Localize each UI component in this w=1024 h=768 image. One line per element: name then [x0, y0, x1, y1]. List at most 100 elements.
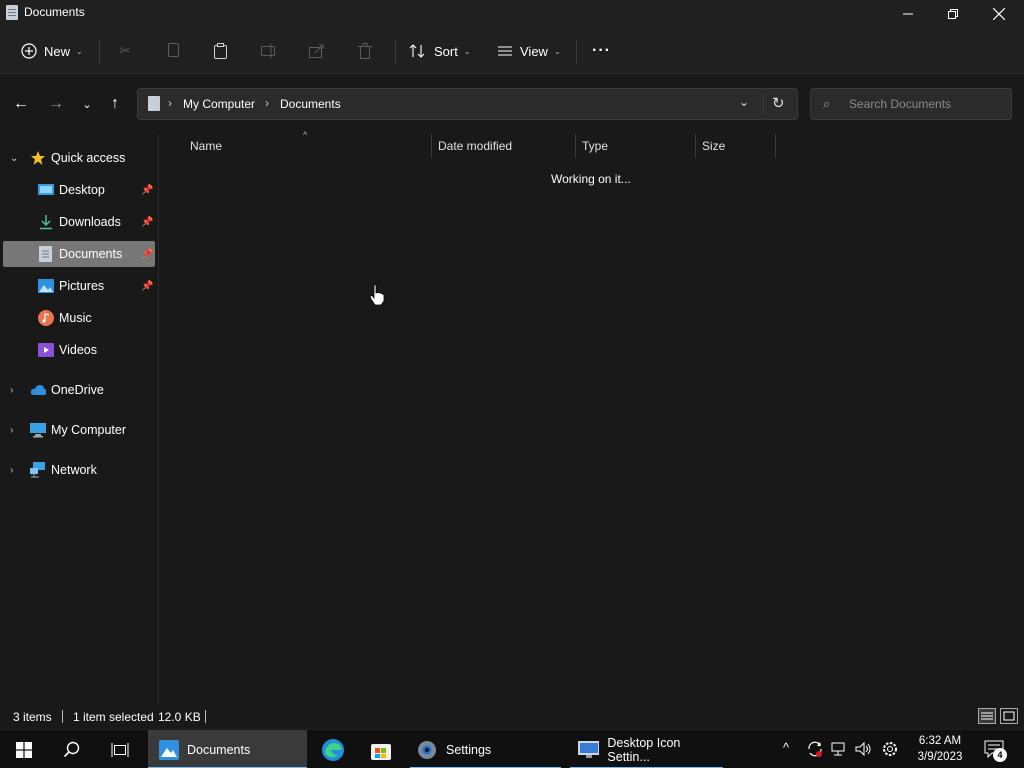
- column-header-label: Type: [582, 139, 609, 153]
- selection-count: 1 item selected: [73, 710, 154, 724]
- sort-button[interactable]: Sort ⌄: [408, 37, 471, 65]
- network-status-icon[interactable]: [830, 740, 848, 761]
- command-bar: New ⌄ ✂ Sort ⌄ View ⌄ ···: [0, 28, 1024, 74]
- rename-button[interactable]: [260, 37, 278, 65]
- paste-button[interactable]: [212, 37, 230, 65]
- column-header-size[interactable]: Size: [702, 134, 774, 158]
- large-icons-view-icon: [1003, 711, 1015, 721]
- sidebar-item-videos[interactable]: Videos: [3, 337, 155, 363]
- cut-button[interactable]: ✂: [116, 37, 134, 65]
- desktop-folder-icon: [38, 182, 54, 198]
- sidebar-item-pictures[interactable]: Pictures 📌: [3, 273, 155, 299]
- sidebar-item-label: Quick access: [51, 151, 126, 165]
- chevron-down-icon: ⌄: [82, 98, 92, 111]
- chevron-down-icon: ⌄: [463, 46, 471, 56]
- sidebar-item-label: Downloads: [59, 215, 121, 229]
- column-header-type[interactable]: Type: [582, 134, 694, 158]
- search-box[interactable]: ⌕: [810, 88, 1012, 120]
- taskbar-app-store[interactable]: [358, 730, 404, 768]
- details-view-button[interactable]: [978, 708, 996, 724]
- desktop-icon-settings-icon: [578, 740, 600, 758]
- pin-icon[interactable]: 📌: [141, 281, 153, 292]
- start-button[interactable]: [0, 730, 48, 768]
- chevron-right-icon[interactable]: ›: [10, 425, 13, 436]
- column-separator[interactable]: [575, 134, 576, 158]
- taskbar-app-desktop-icon-settings[interactable]: Desktop Icon Settin...: [570, 730, 723, 768]
- pictures-icon: [38, 278, 54, 294]
- address-history-dropdown-icon[interactable]: ⌄: [739, 95, 749, 109]
- sidebar-item-downloads[interactable]: Downloads 📌: [3, 209, 155, 235]
- sidebar-item-label: My Computer: [51, 423, 127, 437]
- up-button[interactable]: ↑: [103, 92, 127, 116]
- share-icon: [308, 42, 326, 60]
- sidebar-item-quick-access[interactable]: ⌄ Quick access: [3, 145, 155, 171]
- view-button[interactable]: View ⌄: [496, 37, 561, 65]
- sidebar-item-documents[interactable]: Documents 📌: [3, 241, 155, 267]
- share-button[interactable]: [308, 37, 326, 65]
- address-bar[interactable]: › My Computer › Documents ⌄ ↻: [137, 88, 798, 120]
- back-button[interactable]: ←: [9, 92, 33, 116]
- column-header-date-modified[interactable]: Date modified: [438, 134, 576, 158]
- sidebar-item-my-computer[interactable]: › My Computer: [3, 417, 155, 443]
- taskbar-app-settings[interactable]: Settings: [410, 730, 561, 768]
- task-view-button[interactable]: [96, 730, 144, 768]
- status-divider: [62, 710, 63, 723]
- settings-tray-icon[interactable]: [881, 740, 899, 761]
- sidebar-item-label: Music: [59, 311, 92, 325]
- ellipsis-icon: ···: [592, 42, 611, 59]
- taskbar-app-edge[interactable]: [310, 730, 356, 768]
- search-taskbar-button[interactable]: [48, 730, 96, 768]
- chevron-right-icon[interactable]: ›: [10, 385, 13, 396]
- computer-icon: [30, 422, 46, 438]
- pin-icon[interactable]: 📌: [141, 217, 153, 228]
- clock[interactable]: 6:32 AM 3/9/2023: [912, 733, 968, 765]
- chevron-down-icon[interactable]: ⌄: [10, 153, 18, 164]
- documents-icon: [38, 246, 54, 262]
- volume-icon[interactable]: [854, 740, 872, 761]
- delete-button[interactable]: [356, 37, 374, 65]
- column-separator[interactable]: [431, 134, 432, 158]
- documents-icon: [148, 96, 160, 111]
- large-icons-view-button[interactable]: [1000, 708, 1018, 724]
- show-hidden-icons-button[interactable]: ^: [783, 740, 789, 755]
- restore-button[interactable]: [930, 0, 976, 28]
- sidebar-item-label: Network: [51, 463, 97, 477]
- navigation-pane: ⌄ Quick access Desktop 📌 Downloads 📌 Doc…: [0, 134, 158, 704]
- breadcrumb-documents[interactable]: Documents: [280, 97, 341, 111]
- sync-icon[interactable]: [806, 740, 824, 761]
- address-row: ← → ⌄ ↑ › My Computer › Documents ⌄ ↻ ⌕: [0, 74, 1024, 134]
- search-input[interactable]: [849, 96, 1004, 112]
- sidebar-item-network[interactable]: › Network: [3, 457, 155, 483]
- column-header-name[interactable]: Name ^: [190, 130, 430, 158]
- file-list-pane[interactable]: Name ^ Date modified Type Size Working o…: [159, 130, 1024, 704]
- new-button[interactable]: New ⌄: [20, 37, 83, 65]
- sidebar-item-onedrive[interactable]: › OneDrive: [3, 377, 155, 403]
- address-divider: [763, 93, 764, 115]
- copy-button[interactable]: [164, 37, 182, 65]
- plus-circle-icon: [20, 42, 38, 60]
- pin-icon[interactable]: 📌: [141, 249, 153, 260]
- status-bar: 3 items 1 item selected 12.0 KB: [0, 704, 1024, 729]
- hand-pointer-cursor-icon: [369, 284, 385, 306]
- sidebar-item-music[interactable]: Music: [3, 305, 155, 331]
- column-separator[interactable]: [775, 134, 776, 158]
- selection-size: 12.0 KB: [158, 710, 201, 724]
- column-separator[interactable]: [695, 134, 696, 158]
- close-button[interactable]: [976, 0, 1022, 28]
- arrow-left-icon: ←: [13, 95, 29, 112]
- videos-icon: [38, 342, 54, 358]
- forward-button[interactable]: →: [44, 92, 68, 116]
- recent-locations-button[interactable]: ⌄: [75, 92, 99, 116]
- sidebar-item-desktop[interactable]: Desktop 📌: [3, 177, 155, 203]
- paste-icon: [212, 42, 230, 60]
- more-options-button[interactable]: ···: [592, 37, 611, 65]
- sort-icon: [408, 42, 426, 60]
- pin-icon[interactable]: 📌: [141, 185, 153, 196]
- taskbar-app-documents[interactable]: Documents: [148, 730, 307, 768]
- chevron-right-icon[interactable]: ›: [10, 465, 13, 476]
- breadcrumb-my-computer[interactable]: My Computer: [183, 97, 255, 111]
- star-icon: [30, 150, 46, 166]
- minimize-button[interactable]: [885, 0, 931, 28]
- sidebar-item-label: OneDrive: [51, 383, 104, 397]
- refresh-icon[interactable]: ↻: [772, 94, 785, 112]
